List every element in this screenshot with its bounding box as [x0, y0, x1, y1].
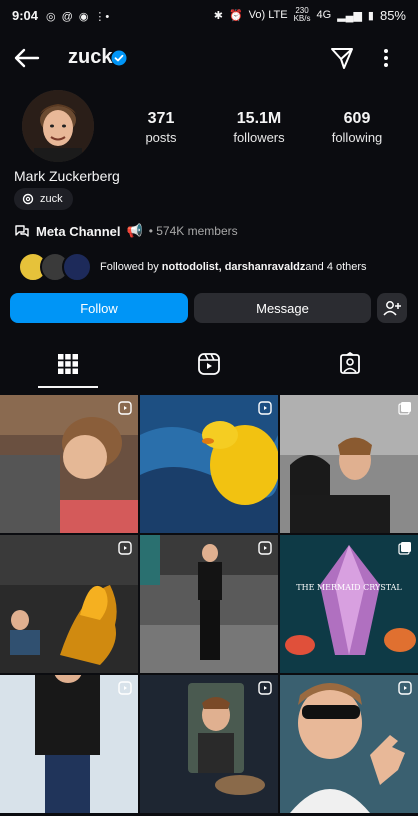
threads-icon: @ — [61, 10, 73, 23]
grid-post[interactable]: THE MERMAID CRYSTAL — [280, 535, 418, 673]
suggested-users-button[interactable] — [377, 293, 407, 323]
megaphone-icon: 📢 — [126, 223, 143, 238]
profile-header: zuck — [0, 38, 418, 78]
messenger-icon: ◉ — [78, 10, 89, 23]
grid-post[interactable] — [280, 395, 418, 533]
followers-count[interactable]: 15.1M followers — [219, 110, 299, 145]
signal-icon: ▂▄▆ — [337, 9, 362, 22]
post-thumbnail — [0, 675, 138, 813]
status-bar: 9:04 ◎ @ ◉ ⋮• ✱ ⏰ Vo) LTE 230 KB/s 4G ▂▄▆ ▮… — [0, 0, 418, 30]
instagram-icon: ◎ — [46, 10, 56, 23]
grid-icon[interactable] — [56, 352, 80, 376]
active-tab-indicator — [38, 386, 98, 388]
display-name: Mark Zuckerberg — [14, 168, 120, 184]
profile-tabs — [0, 346, 418, 388]
post-thumbnail: THE MERMAID CRYSTAL — [280, 535, 418, 673]
status-time: 9:04 — [12, 7, 39, 23]
grid-post[interactable] — [140, 395, 278, 533]
reel-icon — [398, 681, 412, 695]
followed-by-names: nottodolist, darshanravaldz — [161, 261, 306, 273]
grid-post[interactable] — [140, 675, 278, 813]
threads-icon — [22, 193, 34, 205]
grid-post[interactable] — [0, 675, 138, 813]
reel-icon — [118, 401, 132, 415]
profile-username: zuck — [68, 46, 113, 68]
verified-badge-icon — [111, 50, 127, 66]
send-message-icon[interactable] — [330, 46, 354, 70]
reel-icon — [258, 401, 272, 415]
broadcast-channel-link[interactable]: Meta Channel 📢 • 574K members — [14, 223, 238, 239]
tagged-icon[interactable] — [338, 352, 362, 376]
reel-icon — [258, 681, 272, 695]
channel-members: • 574K members — [148, 224, 238, 238]
network-label: Vo) LTE — [248, 9, 288, 21]
followed-by-suffix: and 4 others — [305, 261, 367, 273]
carousel-icon — [398, 542, 411, 555]
threads-profile-link[interactable]: zuck — [14, 188, 73, 210]
bluetooth-icon: ✱ — [213, 9, 223, 22]
mutual-avatar — [62, 252, 92, 282]
post-thumbnail — [140, 535, 278, 673]
alarm-icon: ⏰ — [228, 9, 243, 22]
post-thumbnail — [280, 675, 418, 813]
grid-post[interactable] — [0, 395, 138, 533]
battery-icon: ▮ — [367, 9, 374, 22]
channel-name: Meta Channel — [36, 223, 121, 239]
post-thumbnail — [140, 675, 278, 813]
carousel-icon — [398, 402, 411, 415]
posts-count[interactable]: 371 posts — [121, 110, 201, 145]
mutual-avatars — [18, 252, 92, 282]
add-person-icon — [383, 301, 401, 316]
back-arrow-icon[interactable] — [12, 46, 40, 70]
threads-handle: zuck — [40, 193, 63, 205]
grid-post[interactable] — [280, 675, 418, 813]
posts-grid: THE MERMAID CRYSTAL — [0, 395, 418, 813]
signal-label: 4G — [316, 9, 332, 21]
post-thumbnail — [0, 535, 138, 673]
post-thumbnail — [140, 395, 278, 533]
reel-icon — [118, 681, 132, 695]
post-thumbnail — [280, 395, 418, 533]
reel-icon — [118, 541, 132, 555]
reels-icon[interactable] — [197, 352, 221, 376]
post-thumbnail — [0, 395, 138, 533]
status-right: ✱ ⏰ Vo) LTE 230 KB/s 4G ▂▄▆ ▮ 85% — [214, 7, 406, 23]
following-count[interactable]: 609 following — [317, 110, 397, 145]
post-art-text: THE MERMAID CRYSTAL — [296, 583, 402, 592]
more-notifications-icon: ⋮• — [94, 10, 110, 23]
followed-by-prefix: Followed by — [100, 261, 159, 273]
follow-button[interactable]: Follow — [10, 293, 188, 323]
reel-icon — [258, 541, 272, 555]
grid-post[interactable] — [140, 535, 278, 673]
chat-bubbles-icon — [15, 225, 29, 237]
mutual-followers[interactable]: Followed by nottodolist, darshanravaldz … — [18, 252, 367, 282]
grid-post[interactable] — [0, 535, 138, 673]
speed-indicator: 230 KB/s — [293, 6, 311, 23]
battery-percent: 85% — [379, 7, 406, 23]
notification-icons: ◎ @ ◉ ⋮• — [46, 8, 115, 23]
message-button[interactable]: Message — [194, 293, 371, 323]
more-options-icon[interactable] — [380, 46, 392, 70]
profile-avatar[interactable] — [22, 90, 94, 162]
